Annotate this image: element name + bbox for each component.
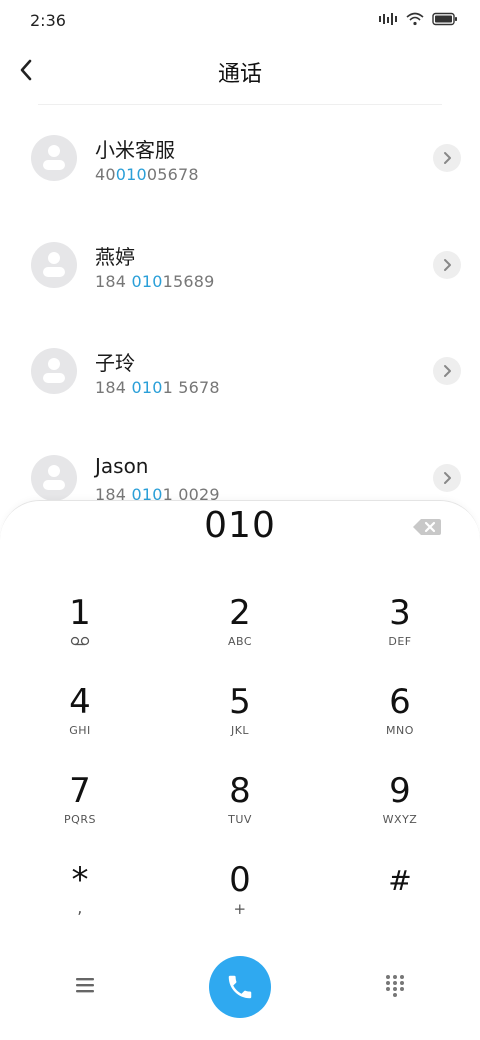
phone-icon bbox=[228, 975, 252, 999]
avatar bbox=[31, 242, 77, 288]
key-digit: * bbox=[71, 860, 89, 900]
key-2[interactable]: 2 ABC bbox=[180, 593, 300, 673]
chevron-right-icon bbox=[444, 472, 451, 484]
page-title: 通话 bbox=[217, 62, 262, 87]
number-match-highlight: 010 bbox=[115, 165, 147, 184]
backspace-icon bbox=[413, 519, 441, 535]
keypad-icon bbox=[386, 975, 404, 997]
key-8[interactable]: 8 TUV bbox=[180, 771, 300, 851]
contact-detail-button[interactable] bbox=[433, 144, 461, 172]
contact-number: 184 01015689 bbox=[95, 272, 215, 291]
menu-icon bbox=[76, 978, 94, 993]
key-3[interactable]: 3 DEF bbox=[340, 593, 460, 673]
key-letters: MNO bbox=[386, 724, 414, 737]
key-digit: 3 bbox=[389, 593, 411, 633]
chevron-right-icon bbox=[444, 152, 451, 164]
key-6[interactable]: 6 MNO bbox=[340, 682, 460, 762]
key-letters: JKL bbox=[230, 724, 250, 737]
key-digit: 4 bbox=[69, 682, 91, 722]
key-4[interactable]: 4 GHI bbox=[20, 682, 140, 762]
contact-name: Jason bbox=[95, 454, 149, 478]
wifi-icon bbox=[406, 12, 424, 26]
number-match-highlight: 010 bbox=[131, 378, 163, 397]
key-digit: 6 bbox=[389, 682, 411, 722]
key-digit: 2 bbox=[229, 593, 251, 633]
key-digit: 8 bbox=[229, 771, 251, 811]
menu-button[interactable] bbox=[72, 972, 98, 998]
key-letters: ABC bbox=[227, 635, 253, 648]
key-letters: TUV bbox=[228, 813, 252, 826]
key-digit: 1 bbox=[69, 593, 91, 633]
dialer-screen: 2:36 通话 小米客服 4001005678 燕婷 184 01015689 … bbox=[0, 0, 480, 1040]
contact-number: 4001005678 bbox=[95, 165, 199, 184]
keypad-toggle-button[interactable] bbox=[384, 974, 406, 998]
key-letters: PQRS bbox=[64, 813, 96, 826]
key-1[interactable]: 1 bbox=[20, 593, 140, 673]
dial-input-display[interactable]: 010 bbox=[0, 505, 480, 546]
key-letters: WXYZ bbox=[382, 813, 418, 826]
key-letters: , bbox=[77, 898, 83, 917]
contact-name: 子玲 bbox=[95, 351, 135, 375]
chevron-right-icon bbox=[444, 259, 451, 271]
contact-name: 燕婷 bbox=[95, 245, 135, 269]
key-star[interactable]: * , bbox=[20, 860, 140, 940]
dialer-bottom-bar bbox=[0, 952, 480, 1022]
call-button[interactable] bbox=[209, 956, 271, 1018]
key-digit: # bbox=[388, 864, 412, 897]
header-divider bbox=[38, 104, 442, 105]
status-time: 2:36 bbox=[30, 11, 66, 30]
header: 通话 bbox=[0, 44, 480, 96]
avatar bbox=[31, 348, 77, 394]
contact-detail-button[interactable] bbox=[433, 357, 461, 385]
key-letters: DEF bbox=[388, 635, 412, 648]
contact-detail-button[interactable] bbox=[433, 464, 461, 492]
battery-icon bbox=[432, 12, 457, 26]
key-hash[interactable]: # bbox=[340, 860, 460, 940]
contact-item[interactable]: 子玲 184 0101 5678 bbox=[0, 331, 480, 411]
contact-detail-button[interactable] bbox=[433, 251, 461, 279]
key-digit: 0 bbox=[229, 860, 251, 900]
vibrate-signal-icon bbox=[379, 13, 397, 25]
key-0[interactable]: 0 + bbox=[180, 860, 300, 940]
key-digit: 9 bbox=[389, 771, 411, 811]
status-bar: 2:36 bbox=[0, 0, 480, 40]
key-letters: GHI bbox=[69, 724, 91, 737]
key-digit: 7 bbox=[69, 771, 91, 811]
key-digit: 5 bbox=[229, 682, 251, 722]
avatar bbox=[31, 455, 77, 501]
status-icons bbox=[378, 12, 458, 26]
key-7[interactable]: 7 PQRS bbox=[20, 771, 140, 851]
key-5[interactable]: 5 JKL bbox=[180, 682, 300, 762]
contact-item[interactable]: 小米客服 4001005678 bbox=[0, 118, 480, 198]
delete-button[interactable] bbox=[412, 517, 442, 537]
key-9[interactable]: 9 WXYZ bbox=[340, 771, 460, 851]
key-letters: + bbox=[233, 900, 247, 918]
avatar bbox=[31, 135, 77, 181]
contact-name: 小米客服 bbox=[95, 138, 175, 162]
contact-number: 184 0101 5678 bbox=[95, 378, 220, 397]
number-match-highlight: 010 bbox=[131, 272, 163, 291]
contact-item[interactable]: 燕婷 184 01015689 bbox=[0, 225, 480, 305]
voicemail-icon bbox=[70, 636, 90, 646]
chevron-right-icon bbox=[444, 365, 451, 377]
